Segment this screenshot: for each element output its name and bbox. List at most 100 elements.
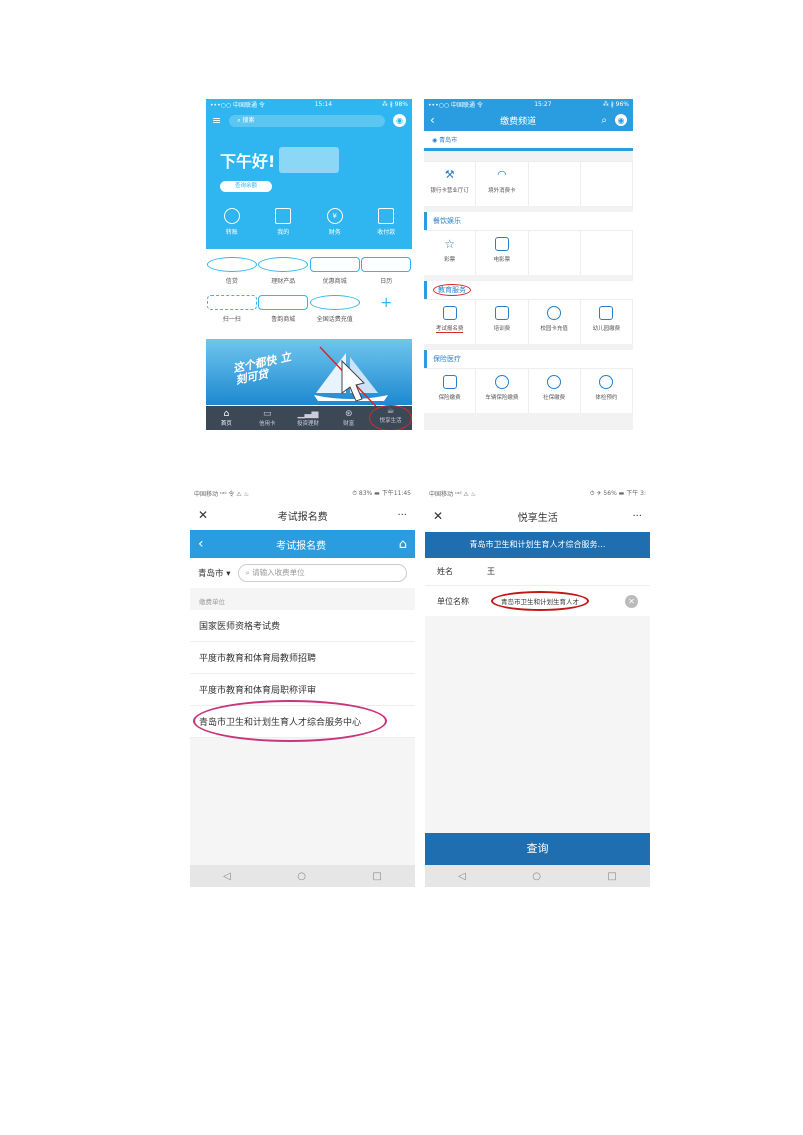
list-item[interactable]: 国家医师资格考试费 bbox=[190, 610, 415, 642]
name-label: 姓名 bbox=[437, 567, 453, 576]
section-title-education: 教育服务 bbox=[433, 284, 471, 296]
system-nav: ◁ ○ □ bbox=[190, 865, 415, 887]
grid-row-1: 信贷 理财产品 优惠商城 日历 bbox=[206, 257, 412, 285]
cell-movie[interactable]: 电影票 bbox=[476, 231, 529, 275]
top-item-transfer[interactable]: 转账 bbox=[212, 208, 252, 236]
yen-icon bbox=[547, 306, 562, 320]
cell-overseas[interactable]: ◠ 境外消费卡 bbox=[476, 162, 529, 206]
list-item[interactable]: 平度市教育和体育局教师招聘 bbox=[190, 642, 415, 674]
screenshot-query-form: 中国移动 ᶜᵃˡˡ ⚠ ♨ ⏱ ✈ 56% ▬ 下午 3: ✕ 悦享生活 ···… bbox=[425, 486, 650, 887]
home-icon: ⌂ bbox=[223, 409, 230, 419]
grid-item-shop[interactable]: 鲁韵商城 bbox=[258, 295, 309, 323]
unit-value[interactable]: 青岛市卫生和计划生育人才 bbox=[491, 591, 589, 611]
header: •••○○ 中国联通 令 15:27 ⁂ ∦ 96% ‹ 缴费频道 ⌕ ◉ bbox=[424, 99, 633, 131]
more-icon[interactable]: ··· bbox=[632, 511, 642, 522]
row-top: ⚒ 银行卡营业厅订 ◠ 境外消费卡 bbox=[424, 161, 633, 206]
grid-item-credit[interactable]: 信贷 bbox=[206, 257, 257, 285]
page-title: 考试报名费 bbox=[276, 540, 327, 552]
page-title: 缴费频道 bbox=[500, 116, 537, 127]
status-bar: 中国移动 ᶜᵃˡˡ 令 ⚠ ♨ ⏱ 83% ▬ 下午11:45 bbox=[190, 486, 415, 500]
tab-credit-card[interactable]: ▭ 信用卡 bbox=[247, 409, 288, 427]
section-education: 教育服务 考试报名费 培训费 校园卡充值 幼儿园缴费 bbox=[424, 281, 633, 344]
name-row: 姓名 王 bbox=[425, 558, 650, 586]
coin-icon: ⊛ bbox=[345, 409, 353, 419]
medical-icon bbox=[442, 375, 457, 389]
top-item-mine[interactable]: 我的 bbox=[263, 208, 303, 236]
tab-wealth[interactable]: ⊛ 财富 bbox=[328, 409, 369, 427]
tools-icon: ⚒ bbox=[444, 168, 455, 181]
grid-row-2: 扫一扫 鲁韵商城 全国话费充值 + bbox=[206, 295, 412, 323]
frame-icon bbox=[275, 208, 292, 224]
chat-icon[interactable]: ◉ bbox=[393, 114, 406, 127]
cell-insurance[interactable]: 保险缴费 bbox=[424, 369, 477, 413]
promo-banner[interactable]: 这个都快 立刻可贷 bbox=[206, 339, 412, 416]
search-row: 青岛市 ▾ ⌕ 请输入收费单位 bbox=[190, 558, 415, 588]
credit-icon bbox=[206, 257, 257, 272]
greeting-text: 下午好! bbox=[220, 152, 276, 171]
home-header: •••○○ 中国联通 令 15:14 ⁂ ∦ 98% ≡ ⌕ 搜索 ◉ 下午好!… bbox=[206, 99, 412, 249]
tab-life[interactable]: ☕ 悦享生活 bbox=[369, 405, 412, 430]
edit-icon bbox=[442, 306, 457, 320]
avatar-blurred bbox=[279, 147, 340, 173]
more-icon[interactable]: ··· bbox=[397, 510, 407, 521]
cell-bank-hall[interactable]: ⚒ 银行卡营业厅订 bbox=[424, 162, 477, 206]
grid-item-mall[interactable]: 优惠商城 bbox=[309, 257, 360, 285]
cell-social-security[interactable]: 社保缴费 bbox=[529, 369, 581, 413]
nav-back-icon[interactable]: ◁ bbox=[223, 871, 231, 882]
cell-checkup[interactable]: 体检预约 bbox=[581, 369, 633, 413]
grid-item-add[interactable]: + bbox=[361, 295, 411, 323]
grid-item-topup[interactable]: 全国话费充值 bbox=[309, 295, 360, 323]
transfer-icon bbox=[223, 208, 240, 224]
city-dropdown[interactable]: 青岛市 ▾ bbox=[198, 567, 230, 579]
unit-row: 单位名称 青岛市卫生和计划生育人才 ✕ bbox=[425, 586, 650, 616]
window-bar: ✕ 悦享生活 ··· bbox=[425, 500, 650, 532]
name-value[interactable]: 王 bbox=[487, 566, 495, 577]
scan-icon bbox=[206, 295, 257, 310]
home-icon[interactable]: ⌂ bbox=[399, 537, 407, 552]
close-icon[interactable]: ✕ bbox=[433, 509, 443, 523]
highlight-circle bbox=[193, 700, 387, 742]
cell-lottery[interactable]: ☆ 彩票 bbox=[424, 231, 477, 275]
nav-recent-icon[interactable]: □ bbox=[372, 871, 381, 882]
top-item-finance[interactable]: ¥ 财务 bbox=[315, 208, 355, 236]
cell-exam-fee[interactable]: 考试报名费 bbox=[424, 300, 477, 344]
nav-home-icon[interactable]: ○ bbox=[297, 871, 306, 882]
search-bar[interactable]: ⌕ 搜索 bbox=[229, 114, 385, 127]
tab-home[interactable]: ⌂ 首页 bbox=[206, 409, 247, 427]
nav-back-icon[interactable]: ◁ bbox=[458, 871, 466, 882]
cell-campus-card[interactable]: 校园卡充值 bbox=[529, 300, 581, 344]
carrier-text: •••○○ 中国联通 令 bbox=[210, 102, 265, 109]
battery-text: ⁂ ∦ 98% bbox=[381, 101, 408, 108]
nav-recent-icon[interactable]: □ bbox=[607, 871, 616, 882]
grid-item-scan[interactable]: 扫一扫 bbox=[206, 295, 257, 323]
window-title: 悦享生活 bbox=[517, 512, 558, 524]
chat-icon[interactable]: ◉ bbox=[615, 114, 627, 126]
city-selector[interactable]: ◉ 青岛市 bbox=[424, 131, 633, 151]
tab-invest[interactable]: ▁▃▅ 投资理财 bbox=[288, 409, 329, 427]
cell-car-insurance[interactable]: 车辆保险缴费 bbox=[476, 369, 529, 413]
query-button[interactable]: 查询 bbox=[425, 833, 650, 865]
menu-icon[interactable]: ≡ bbox=[212, 114, 221, 127]
shop-icon bbox=[258, 295, 309, 310]
star-icon: ☆ bbox=[444, 237, 455, 251]
cell-training[interactable]: 培训费 bbox=[476, 300, 529, 344]
clear-icon[interactable]: ✕ bbox=[625, 594, 638, 608]
search-input[interactable]: ⌕ 请输入收费单位 bbox=[238, 564, 407, 582]
window-bar: ✕ 考试报名费 ··· bbox=[190, 500, 415, 530]
account-button[interactable]: 查询余额 bbox=[220, 181, 272, 192]
phone-icon bbox=[309, 295, 360, 310]
top-item-pay[interactable]: 收付款 bbox=[366, 208, 406, 236]
grid-item-wealth[interactable]: 理财产品 bbox=[258, 257, 309, 285]
org-banner: 青岛市卫生和计划生育人才综合服务… bbox=[425, 532, 650, 558]
nav-home-icon[interactable]: ○ bbox=[532, 871, 541, 882]
search-icon[interactable]: ⌕ bbox=[601, 115, 607, 126]
card-icon: ▭ bbox=[262, 409, 272, 419]
screenshot-exam-fee: 中国移动 ᶜᵃˡˡ 令 ⚠ ♨ ⏱ 83% ▬ 下午11:45 ✕ 考试报名费 … bbox=[190, 486, 415, 887]
list-item-selected[interactable]: 青岛市卫生和计划生育人才综合服务中心 bbox=[190, 700, 415, 742]
close-icon[interactable]: ✕ bbox=[198, 508, 208, 522]
bar-chart-icon: ▁▃▅ bbox=[297, 409, 319, 419]
grid-item-calendar[interactable]: 日历 bbox=[361, 257, 412, 285]
cell-kindergarten[interactable]: 幼儿园缴费 bbox=[581, 300, 633, 344]
school-icon bbox=[599, 306, 614, 320]
plus-icon: + bbox=[380, 295, 393, 311]
